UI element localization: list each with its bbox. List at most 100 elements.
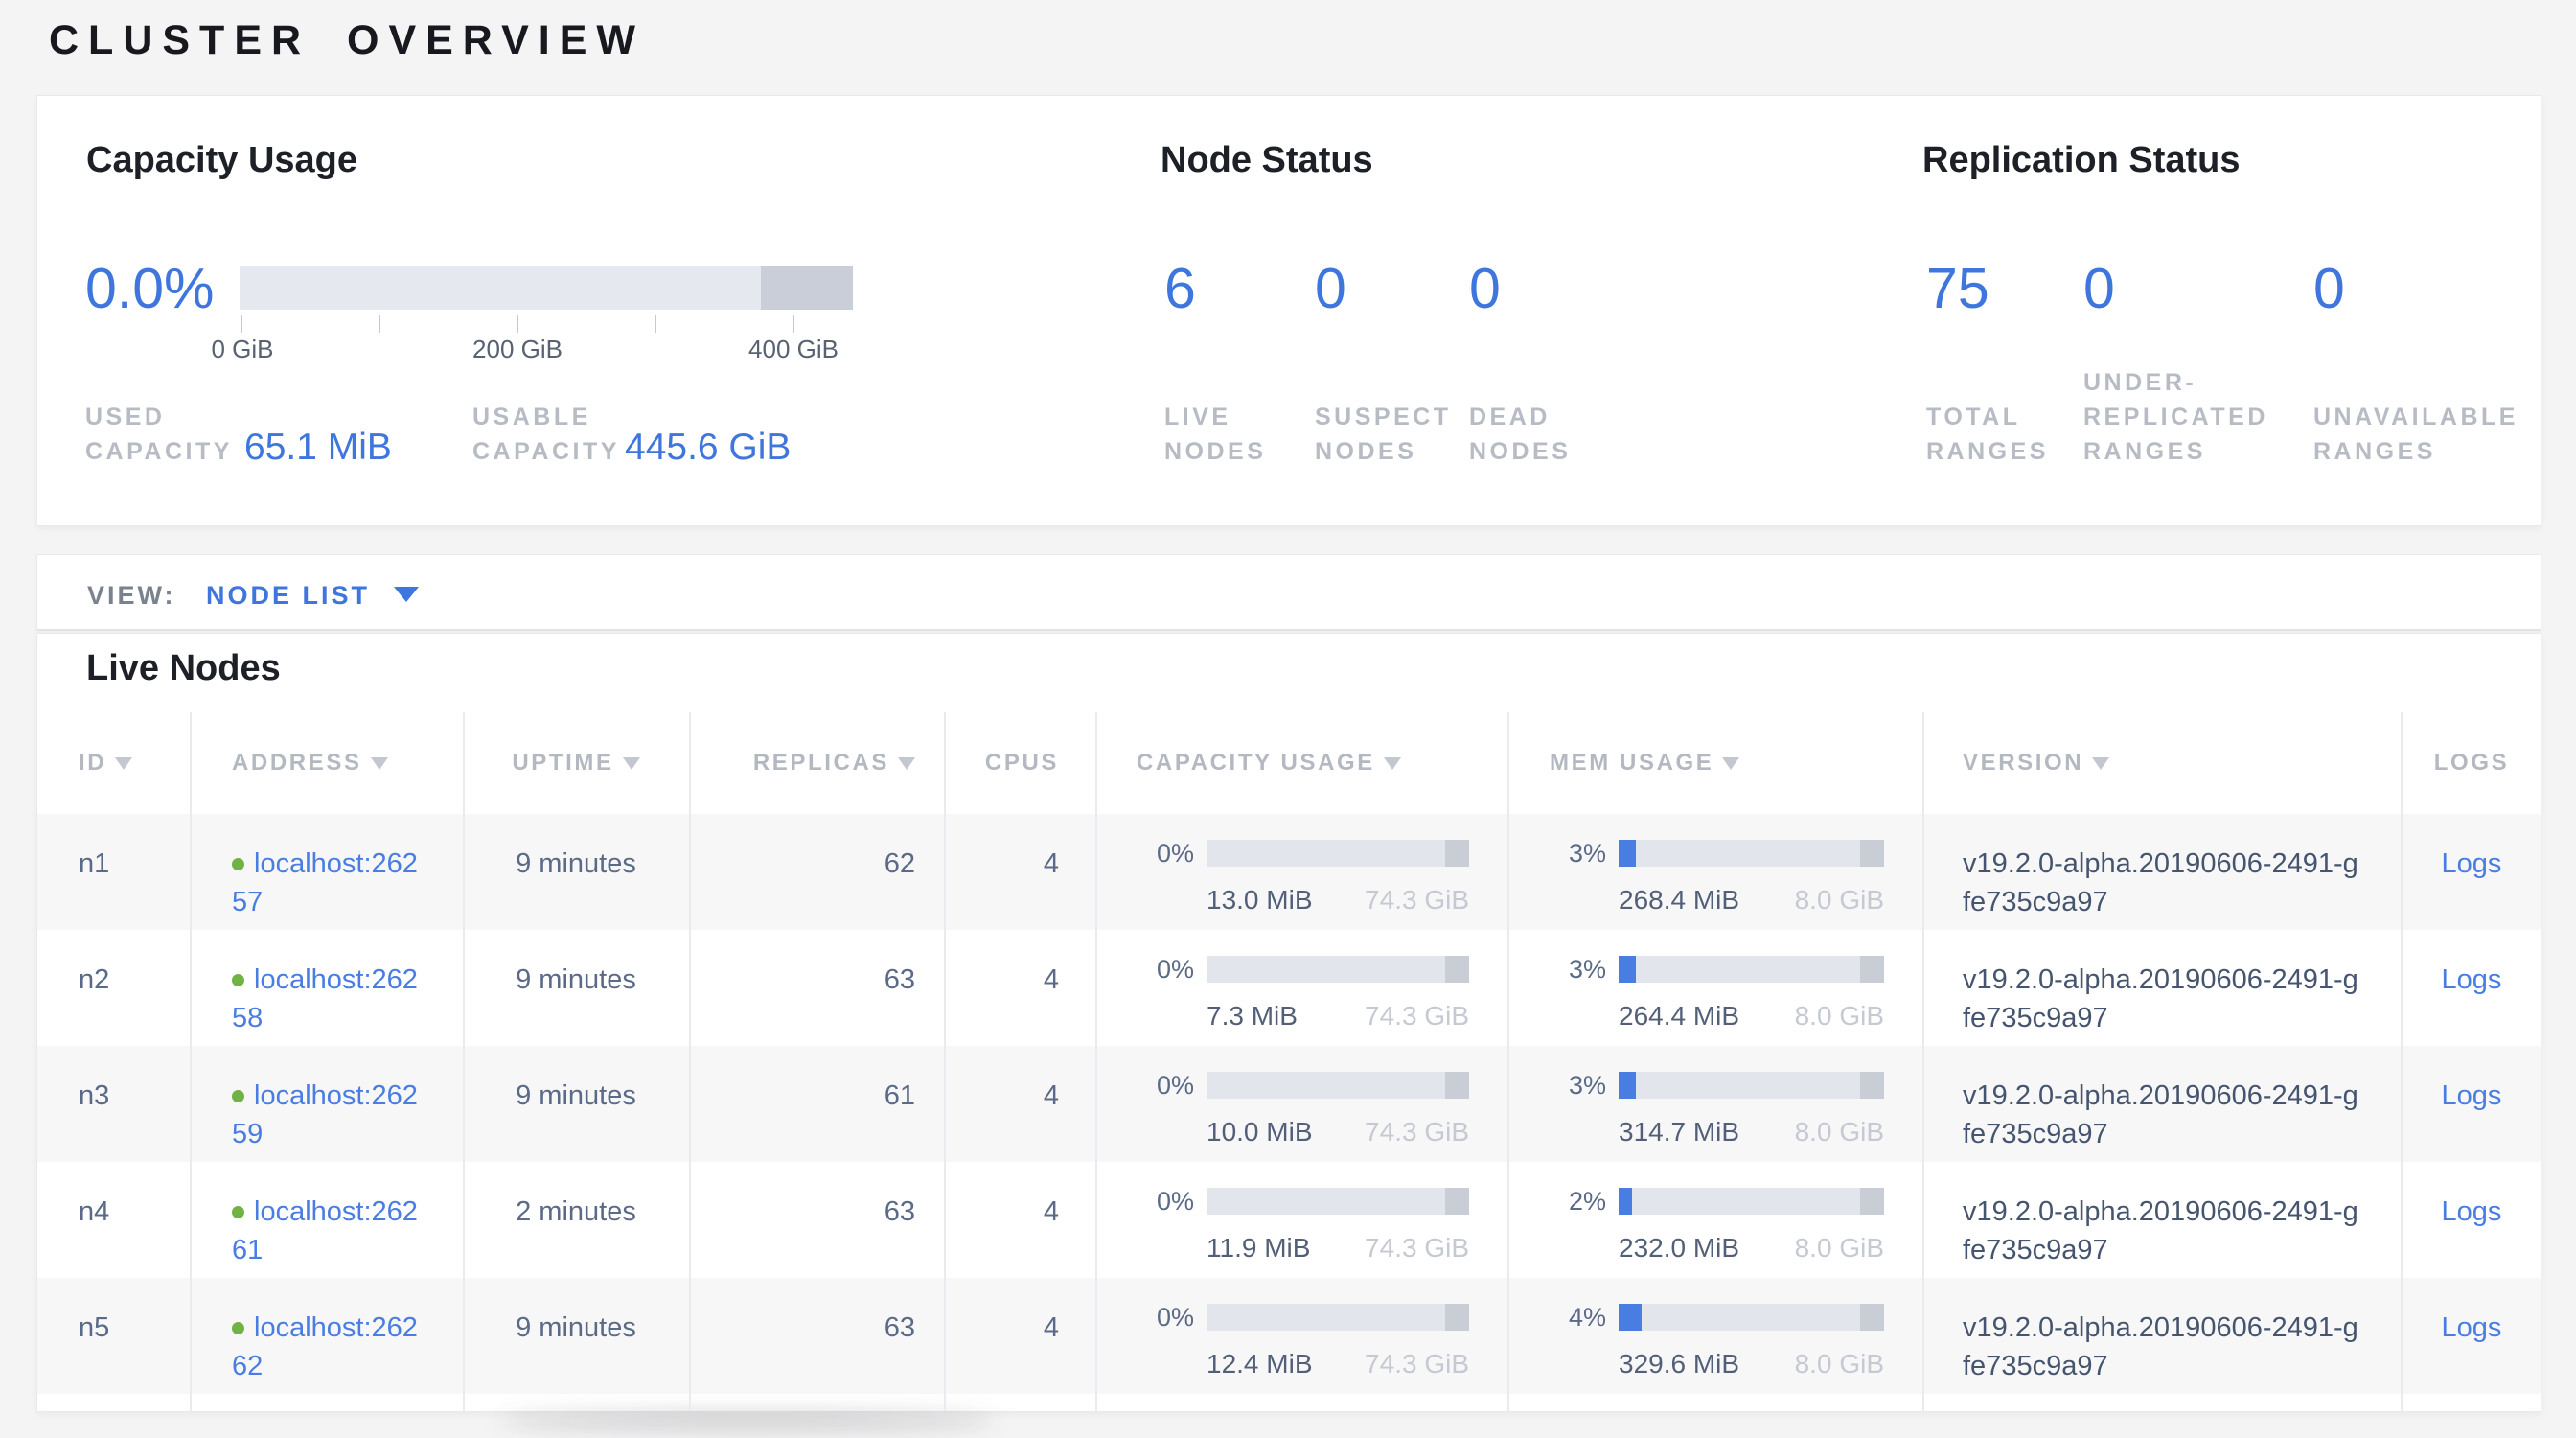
capacity-usage-cell: 0% 7.3 MiB74.3 GiB bbox=[1095, 930, 1507, 1046]
meter-reserved-segment bbox=[1445, 1072, 1469, 1099]
used-capacity-label-line2: CAPACITY bbox=[85, 440, 233, 464]
logs-link[interactable]: Logs bbox=[2442, 964, 2502, 995]
chevron-down-icon[interactable] bbox=[394, 587, 419, 602]
column-header-version[interactable]: VERSION bbox=[1922, 712, 2401, 814]
mem-usage-meter bbox=[1619, 956, 1884, 983]
mem-used-value: 314.7 MiB bbox=[1619, 1113, 1739, 1151]
node-version: v19.2.0-alpha.20190606-2491-gfe735c9a97 bbox=[1922, 1162, 2401, 1278]
column-header-id[interactable]: ID bbox=[37, 712, 190, 814]
sort-desc-icon bbox=[2092, 757, 2109, 770]
mem-usage-meter bbox=[1619, 840, 1884, 867]
node-address-cell: localhost:26259 bbox=[190, 1046, 463, 1162]
usable-capacity-label-line1: USABLE bbox=[472, 406, 591, 429]
node-cpus: 4 bbox=[944, 1046, 1095, 1162]
column-header-label: ADDRESS bbox=[232, 750, 362, 777]
live-nodes-label: LIVE bbox=[1164, 406, 1231, 429]
axis-tick bbox=[379, 315, 380, 333]
logs-link[interactable]: Logs bbox=[2442, 1312, 2502, 1343]
mem-percent-label: 3% bbox=[1550, 950, 1619, 988]
node-replicas: 63 bbox=[689, 930, 944, 1046]
table-row-partial bbox=[37, 1394, 2542, 1412]
unavailable-ranges-label: RANGES bbox=[2313, 440, 2436, 464]
live-status-dot-icon bbox=[232, 974, 244, 986]
live-status-dot-icon bbox=[232, 1206, 244, 1218]
capacity-total-value: 74.3 GiB bbox=[1365, 881, 1469, 919]
capacity-used-value: 7.3 MiB bbox=[1207, 997, 1298, 1035]
node-address-link[interactable]: localhost:26262 bbox=[232, 1312, 418, 1381]
under-replicated-ranges-count: 0 bbox=[2083, 261, 2115, 317]
table-row: n2 localhost:26258 9 minutes 63 4 0% 7.3… bbox=[37, 930, 2542, 1046]
column-header-label: ID bbox=[79, 750, 106, 777]
view-label: VIEW: bbox=[87, 581, 176, 611]
table-row: n1 localhost:26257 9 minutes 62 4 0% 13.… bbox=[37, 814, 2542, 930]
meter-reserved-segment bbox=[1860, 840, 1884, 867]
mem-total-value: 8.0 GiB bbox=[1795, 1229, 1884, 1267]
live-nodes-heading: Live Nodes bbox=[86, 650, 281, 686]
column-header-mem-usage[interactable]: MEM USAGE bbox=[1507, 712, 1922, 814]
under-replicated-ranges-label: REPLICATED bbox=[2083, 406, 2268, 429]
total-ranges-label: RANGES bbox=[1926, 440, 2049, 464]
total-ranges-label: TOTAL bbox=[1926, 406, 2021, 429]
column-header-label: CAPACITY USAGE bbox=[1137, 750, 1375, 777]
cluster-overview-page: CLUSTER OVERVIEW Capacity Usage 0.0% 0 G… bbox=[0, 0, 2576, 1438]
capacity-used-value: 12.4 MiB bbox=[1207, 1345, 1313, 1383]
mem-percent-label: 4% bbox=[1550, 1298, 1619, 1336]
column-header-uptime[interactable]: UPTIME bbox=[463, 712, 689, 814]
sort-desc-icon bbox=[1384, 757, 1401, 770]
node-address-link[interactable]: localhost:26258 bbox=[232, 964, 418, 1033]
mem-total-value: 8.0 GiB bbox=[1795, 1345, 1884, 1383]
capacity-percent-label: 0% bbox=[1138, 1182, 1207, 1220]
meter-reserved-segment bbox=[1445, 840, 1469, 867]
logs-link[interactable]: Logs bbox=[2442, 1196, 2502, 1227]
capacity-used-value: 11.9 MiB bbox=[1207, 1229, 1310, 1267]
table-header-row: ID ADDRESS UPTIME REPLICAS CPUS bbox=[37, 712, 2542, 814]
view-dropdown[interactable]: NODE LIST bbox=[206, 581, 370, 611]
column-header-address[interactable]: ADDRESS bbox=[190, 712, 463, 814]
axis-tick-label: 200 GiB bbox=[472, 335, 563, 364]
sort-desc-icon bbox=[898, 757, 915, 770]
node-address-cell: localhost:26262 bbox=[190, 1278, 463, 1394]
capacity-usage-bar bbox=[240, 266, 853, 310]
sort-desc-icon bbox=[115, 757, 132, 770]
column-header-capacity-usage[interactable]: CAPACITY USAGE bbox=[1095, 712, 1507, 814]
mem-percent-label: 3% bbox=[1550, 1066, 1619, 1104]
node-uptime: 2 minutes bbox=[463, 1162, 689, 1278]
node-address-cell: localhost:26258 bbox=[190, 930, 463, 1046]
meter-fill bbox=[1619, 1188, 1632, 1215]
capacity-total-value: 74.3 GiB bbox=[1365, 997, 1469, 1035]
under-replicated-ranges-label: UNDER- bbox=[2083, 371, 2196, 395]
node-address-link[interactable]: localhost:26257 bbox=[232, 848, 418, 917]
node-address-link[interactable]: localhost:26259 bbox=[232, 1080, 418, 1149]
axis-tick bbox=[517, 315, 518, 333]
node-uptime: 9 minutes bbox=[463, 814, 689, 930]
mem-used-value: 329.6 MiB bbox=[1619, 1345, 1739, 1383]
meter-reserved-segment bbox=[1445, 1304, 1469, 1331]
column-header-label: UPTIME bbox=[512, 750, 613, 777]
capacity-used-value: 10.0 MiB bbox=[1207, 1113, 1313, 1151]
capacity-total-value: 74.3 GiB bbox=[1365, 1345, 1469, 1383]
usable-capacity-value: 445.6 GiB bbox=[625, 429, 791, 466]
mem-used-value: 268.4 MiB bbox=[1619, 881, 1739, 919]
mem-usage-cell: 3% 264.4 MiB8.0 GiB bbox=[1507, 930, 1922, 1046]
table-row: n4 localhost:26261 2 minutes 63 4 0% 11.… bbox=[37, 1162, 2542, 1278]
live-status-dot-icon bbox=[232, 858, 244, 870]
column-header-replicas[interactable]: REPLICAS bbox=[689, 712, 944, 814]
sort-desc-icon bbox=[1722, 757, 1739, 770]
logs-link[interactable]: Logs bbox=[2442, 1080, 2502, 1111]
mem-used-value: 264.4 MiB bbox=[1619, 997, 1739, 1035]
mem-used-value: 232.0 MiB bbox=[1619, 1229, 1739, 1267]
node-address-link[interactable]: localhost:26261 bbox=[232, 1196, 418, 1265]
table-row: n5 localhost:26262 9 minutes 63 4 0% 12.… bbox=[37, 1278, 2542, 1394]
total-ranges-count: 75 bbox=[1926, 261, 1990, 317]
node-uptime: 9 minutes bbox=[463, 1046, 689, 1162]
capacity-total-value: 74.3 GiB bbox=[1365, 1229, 1469, 1267]
capacity-used-value: 13.0 MiB bbox=[1207, 881, 1313, 919]
scroll-shadow bbox=[498, 1413, 997, 1428]
capacity-usage-meter bbox=[1207, 956, 1469, 983]
node-address-cell: localhost:26257 bbox=[190, 814, 463, 930]
node-logs-cell: Logs bbox=[2401, 1278, 2542, 1394]
capacity-percent: 0.0% bbox=[85, 261, 214, 317]
node-id: n1 bbox=[37, 814, 190, 930]
column-header-cpus[interactable]: CPUS bbox=[944, 712, 1095, 814]
logs-link[interactable]: Logs bbox=[2442, 848, 2502, 879]
